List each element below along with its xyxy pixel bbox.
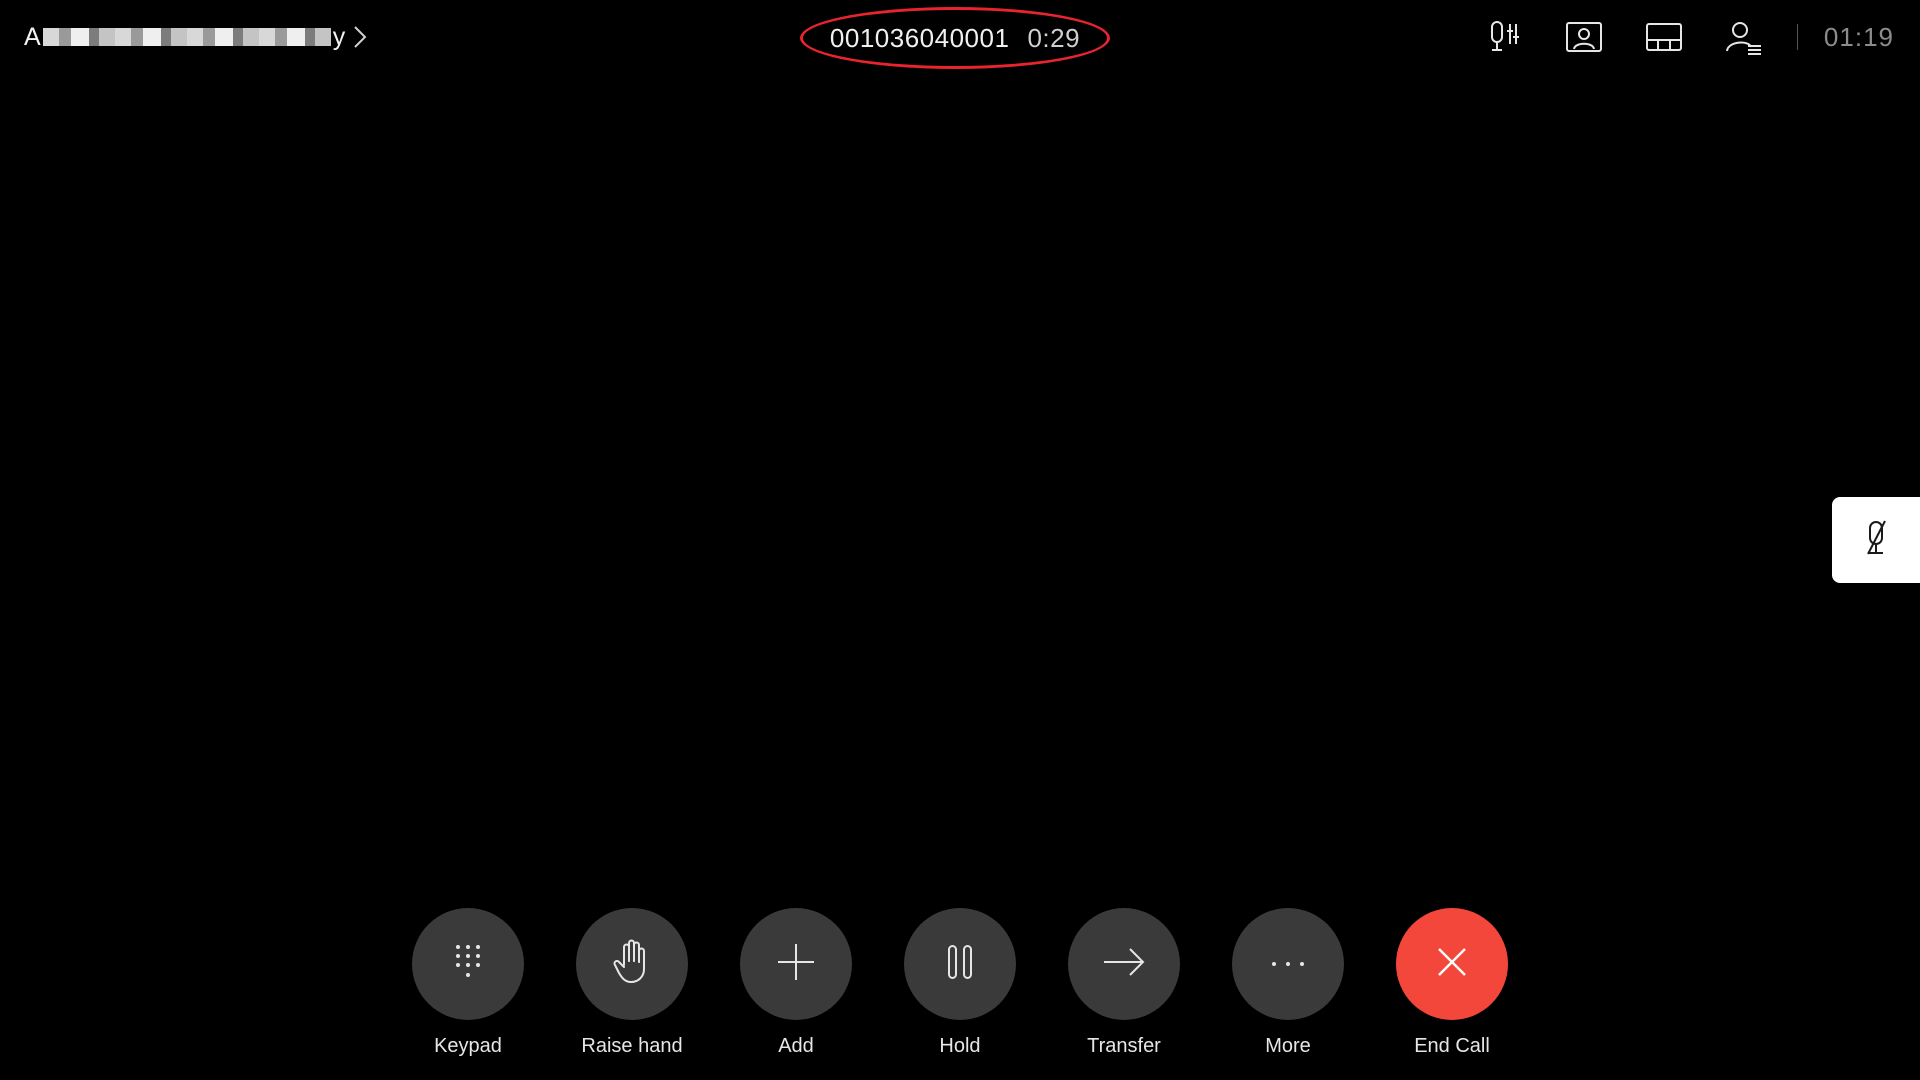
- clock: 01:19: [1823, 21, 1894, 52]
- redacted-name-block: [42, 28, 331, 46]
- keypad-button[interactable]: Keypad: [412, 908, 524, 1058]
- keypad-label: Keypad: [434, 1035, 502, 1057]
- mute-toggle-tab[interactable]: [1832, 497, 1920, 583]
- transfer-button[interactable]: Transfer: [1068, 908, 1180, 1058]
- add-label: Add: [778, 1035, 814, 1057]
- call-screen: A y 001036040001 0:29 01:19 Keypad Raise…: [0, 0, 1920, 1080]
- more-button[interactable]: More: [1232, 908, 1344, 1058]
- hold-label: Hold: [939, 1035, 981, 1057]
- layout-icon[interactable]: [1641, 14, 1687, 60]
- chevron-right-icon: [353, 25, 367, 49]
- meeting-name-end: y: [332, 23, 346, 51]
- raise-hand-label: Raise hand: [581, 1035, 683, 1057]
- toolbar-divider: [1796, 24, 1798, 50]
- add-circle: [740, 908, 852, 1020]
- mic-muted-icon: [1859, 518, 1893, 563]
- more-label: More: [1265, 1035, 1311, 1057]
- transfer-circle: [1068, 908, 1180, 1020]
- raise-hand-button[interactable]: Raise hand: [576, 908, 688, 1058]
- call-controls: Keypad Raise hand Add Hold Transfer More…: [0, 908, 1920, 1058]
- hold-button[interactable]: Hold: [904, 908, 1016, 1058]
- add-button[interactable]: Add: [740, 908, 852, 1058]
- end-call-button[interactable]: End Call: [1396, 908, 1508, 1058]
- ellipsis-icon: [1270, 955, 1306, 973]
- arrow-right-icon: [1102, 947, 1146, 982]
- meeting-name: A y: [24, 20, 345, 54]
- mic-settings-icon[interactable]: [1481, 14, 1527, 60]
- more-circle: [1232, 908, 1344, 1020]
- keypad-circle: [412, 908, 524, 1020]
- end-call-circle: [1396, 908, 1508, 1020]
- close-icon: [1436, 946, 1468, 983]
- keypad-icon: [453, 942, 483, 987]
- call-number: 001036040001: [829, 22, 1010, 53]
- participants-icon[interactable]: [1721, 14, 1767, 60]
- call-info: 001036040001 0:29: [800, 7, 1110, 69]
- plus-icon: [776, 942, 816, 987]
- top-toolbar: 01:19: [1481, 14, 1894, 60]
- meeting-name-start: A: [24, 23, 41, 51]
- transfer-label: Transfer: [1087, 1035, 1161, 1057]
- self-view-icon[interactable]: [1561, 14, 1607, 60]
- raised-hand-icon: [612, 939, 652, 990]
- pause-icon: [946, 944, 974, 985]
- end-call-label: End Call: [1414, 1035, 1490, 1057]
- raise-hand-circle: [576, 908, 688, 1020]
- call-timer: 0:29: [1027, 22, 1081, 53]
- meeting-name-button[interactable]: A y: [24, 20, 367, 54]
- hold-circle: [904, 908, 1016, 1020]
